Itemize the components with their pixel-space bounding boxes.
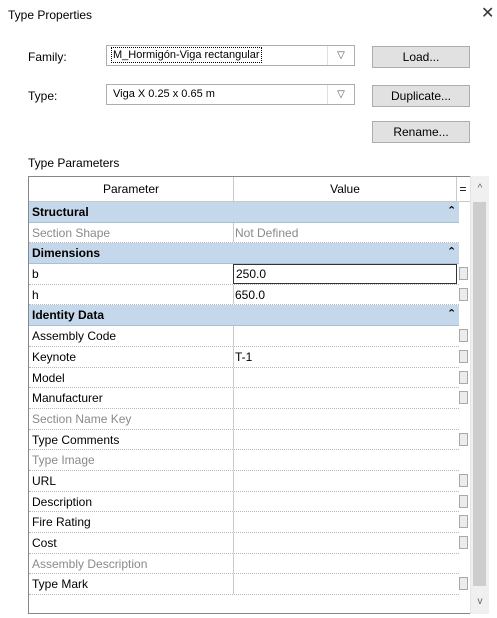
parameter-value: Not Defined bbox=[235, 225, 299, 240]
associate-parameter-button[interactable] bbox=[459, 370, 468, 384]
column-divider bbox=[233, 450, 234, 470]
column-divider bbox=[233, 326, 234, 346]
table-row[interactable]: URL bbox=[29, 470, 468, 492]
scroll-down-icon[interactable]: v bbox=[471, 593, 489, 610]
group-row[interactable]: Structural ⌃ bbox=[29, 202, 459, 223]
parameter-rows: Structural ⌃ Section Shape Not Defined Dimen… bbox=[29, 202, 468, 596]
column-divider bbox=[233, 388, 234, 408]
parameter-name: Type Image bbox=[32, 453, 95, 468]
close-icon[interactable]: ✕ bbox=[481, 3, 494, 23]
parameter-value[interactable]: 650.0 bbox=[235, 288, 265, 302]
parameter-column-header[interactable]: Parameter bbox=[29, 177, 234, 201]
column-divider bbox=[233, 346, 234, 367]
associate-parameter-button[interactable] bbox=[459, 577, 468, 591]
table-row[interactable]: Cost bbox=[29, 533, 468, 554]
table-row[interactable]: Model bbox=[29, 367, 468, 389]
parameter-name: Manufacturer bbox=[32, 391, 103, 406]
associate-parameter-button[interactable] bbox=[459, 473, 468, 487]
column-divider bbox=[233, 222, 234, 243]
group-label: Dimensions bbox=[32, 246, 101, 261]
associate-parameter-button[interactable] bbox=[459, 494, 468, 508]
column-divider bbox=[233, 367, 234, 388]
column-divider bbox=[233, 470, 234, 491]
table-row[interactable]: Keynote T-1 bbox=[29, 346, 468, 368]
type-label: Type: bbox=[28, 89, 58, 103]
associate-parameter-button[interactable] bbox=[459, 515, 468, 529]
duplicate-button[interactable]: Duplicate... bbox=[372, 85, 470, 107]
associate-parameter-button[interactable] bbox=[459, 267, 468, 281]
parameter-name: Keynote bbox=[32, 349, 77, 364]
table-row[interactable]: Type Mark bbox=[29, 574, 468, 596]
associate-parameter-button[interactable] bbox=[459, 432, 468, 446]
column-divider bbox=[233, 553, 234, 574]
scroll-thumb[interactable] bbox=[473, 202, 486, 586]
parameter-value[interactable]: T-1 bbox=[235, 350, 252, 364]
value-text: 250.0 bbox=[236, 267, 267, 282]
chevron-down-icon[interactable]: ▽ bbox=[327, 85, 354, 104]
table-row[interactable]: Description bbox=[29, 491, 468, 513]
table-row[interactable]: Fire Rating bbox=[29, 512, 468, 533]
parameter-name: Assembly Code bbox=[32, 329, 117, 344]
parameter-name: b bbox=[32, 267, 39, 282]
chevron-down-icon[interactable]: ▽ bbox=[327, 46, 354, 65]
column-divider bbox=[233, 491, 234, 512]
type-dropdown[interactable]: Viga X 0.25 x 0.65 m ▽ bbox=[106, 84, 355, 105]
parameter-name: Section Shape bbox=[32, 225, 111, 240]
grid-header: Parameter Value = bbox=[29, 177, 470, 202]
associate-parameter-button[interactable] bbox=[459, 536, 468, 549]
table-row[interactable]: Section Shape Not Defined bbox=[29, 222, 459, 244]
parameter-name: Fire Rating bbox=[32, 515, 91, 530]
parameter-name: Model bbox=[32, 370, 65, 385]
parameter-name: Type Comments bbox=[32, 432, 120, 447]
parameter-name: h bbox=[32, 287, 39, 302]
vertical-scrollbar[interactable]: ^ v bbox=[470, 176, 489, 614]
table-row[interactable]: Assembly Description bbox=[29, 553, 459, 575]
associate-parameter-button[interactable] bbox=[459, 329, 468, 343]
table-row[interactable]: b 250.0 bbox=[29, 264, 468, 285]
table-row[interactable]: Type Image bbox=[29, 450, 459, 471]
column-divider bbox=[233, 429, 234, 450]
scroll-up-icon[interactable]: ^ bbox=[471, 180, 489, 197]
parameter-name: Cost bbox=[32, 536, 57, 550]
column-divider bbox=[233, 512, 234, 532]
group-row[interactable]: Identity Data ⌃ bbox=[29, 305, 459, 327]
family-dropdown[interactable]: M_Hormigón-Viga rectangular ▽ bbox=[106, 45, 355, 66]
type-parameters-label: Type Parameters bbox=[28, 156, 120, 170]
dialog-title: Type Properties bbox=[8, 8, 93, 22]
group-row[interactable]: Dimensions ⌃ bbox=[29, 243, 459, 265]
family-label: Family: bbox=[28, 50, 67, 64]
parameter-name: Assembly Description bbox=[32, 556, 148, 571]
table-row[interactable]: h 650.0 bbox=[29, 284, 468, 306]
associate-parameter-button[interactable] bbox=[459, 349, 468, 363]
column-divider bbox=[233, 574, 234, 595]
sort-column-header[interactable]: = bbox=[457, 177, 469, 201]
parameter-name: Description bbox=[32, 494, 93, 509]
group-label: Structural bbox=[32, 205, 89, 219]
table-row[interactable]: Manufacturer bbox=[29, 388, 468, 409]
associate-parameter-button[interactable] bbox=[459, 391, 468, 405]
parameter-name: Section Name Key bbox=[32, 411, 132, 426]
value-input[interactable]: 250.0 bbox=[233, 264, 457, 285]
column-divider bbox=[233, 533, 234, 553]
group-label: Identity Data bbox=[32, 308, 105, 323]
parameter-name: Type Mark bbox=[32, 577, 89, 592]
load-button[interactable]: Load... bbox=[372, 46, 470, 68]
rename-button[interactable]: Rename... bbox=[372, 121, 470, 143]
collapse-icon[interactable]: ⌃ bbox=[447, 307, 456, 320]
type-value: Viga X 0.25 x 0.65 m bbox=[113, 88, 215, 100]
parameter-name: URL bbox=[32, 473, 57, 488]
column-divider bbox=[233, 408, 234, 429]
collapse-icon[interactable]: ⌃ bbox=[447, 204, 456, 217]
table-row[interactable]: Type Comments bbox=[29, 429, 468, 451]
type-parameters-grid: Parameter Value = Structural ⌃ Section Sha… bbox=[28, 176, 471, 614]
value-column-header[interactable]: Value bbox=[234, 177, 457, 201]
table-row[interactable]: Section Name Key bbox=[29, 408, 459, 430]
family-value: M_Hormigón-Viga rectangular bbox=[111, 47, 262, 63]
collapse-icon[interactable]: ⌃ bbox=[447, 245, 456, 258]
table-row[interactable]: Assembly Code bbox=[29, 326, 468, 347]
column-divider bbox=[233, 284, 234, 305]
associate-parameter-button[interactable] bbox=[459, 287, 468, 301]
